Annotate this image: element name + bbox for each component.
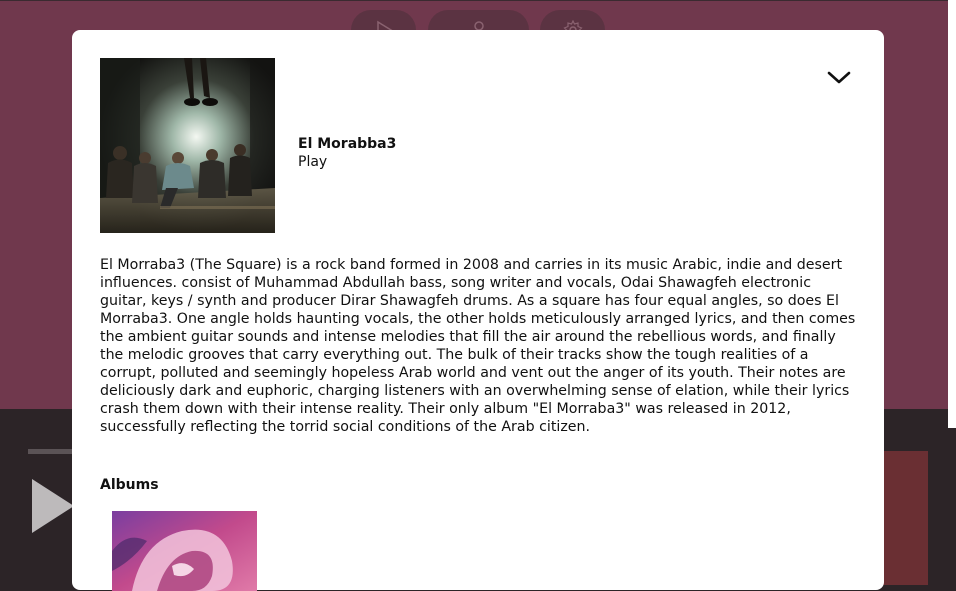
album-cover[interactable] xyxy=(112,511,257,591)
collapse-button[interactable] xyxy=(826,68,852,88)
albums-heading: Albums xyxy=(100,477,159,493)
artist-bio: El Morraba3 (The Square) is a rock band … xyxy=(100,257,856,435)
scrollbar-track[interactable] xyxy=(948,0,956,428)
artist-image xyxy=(100,58,275,233)
artist-name: El Morabba3 xyxy=(298,136,397,152)
artist-play-link[interactable]: Play xyxy=(298,154,327,170)
artist-modal: El Morabba3 Play El Morraba3 (The Square… xyxy=(72,30,884,591)
player-artwork xyxy=(880,451,928,585)
chevron-down-icon xyxy=(827,71,851,84)
player-play-icon[interactable] xyxy=(32,479,74,533)
background-edge xyxy=(948,428,956,585)
